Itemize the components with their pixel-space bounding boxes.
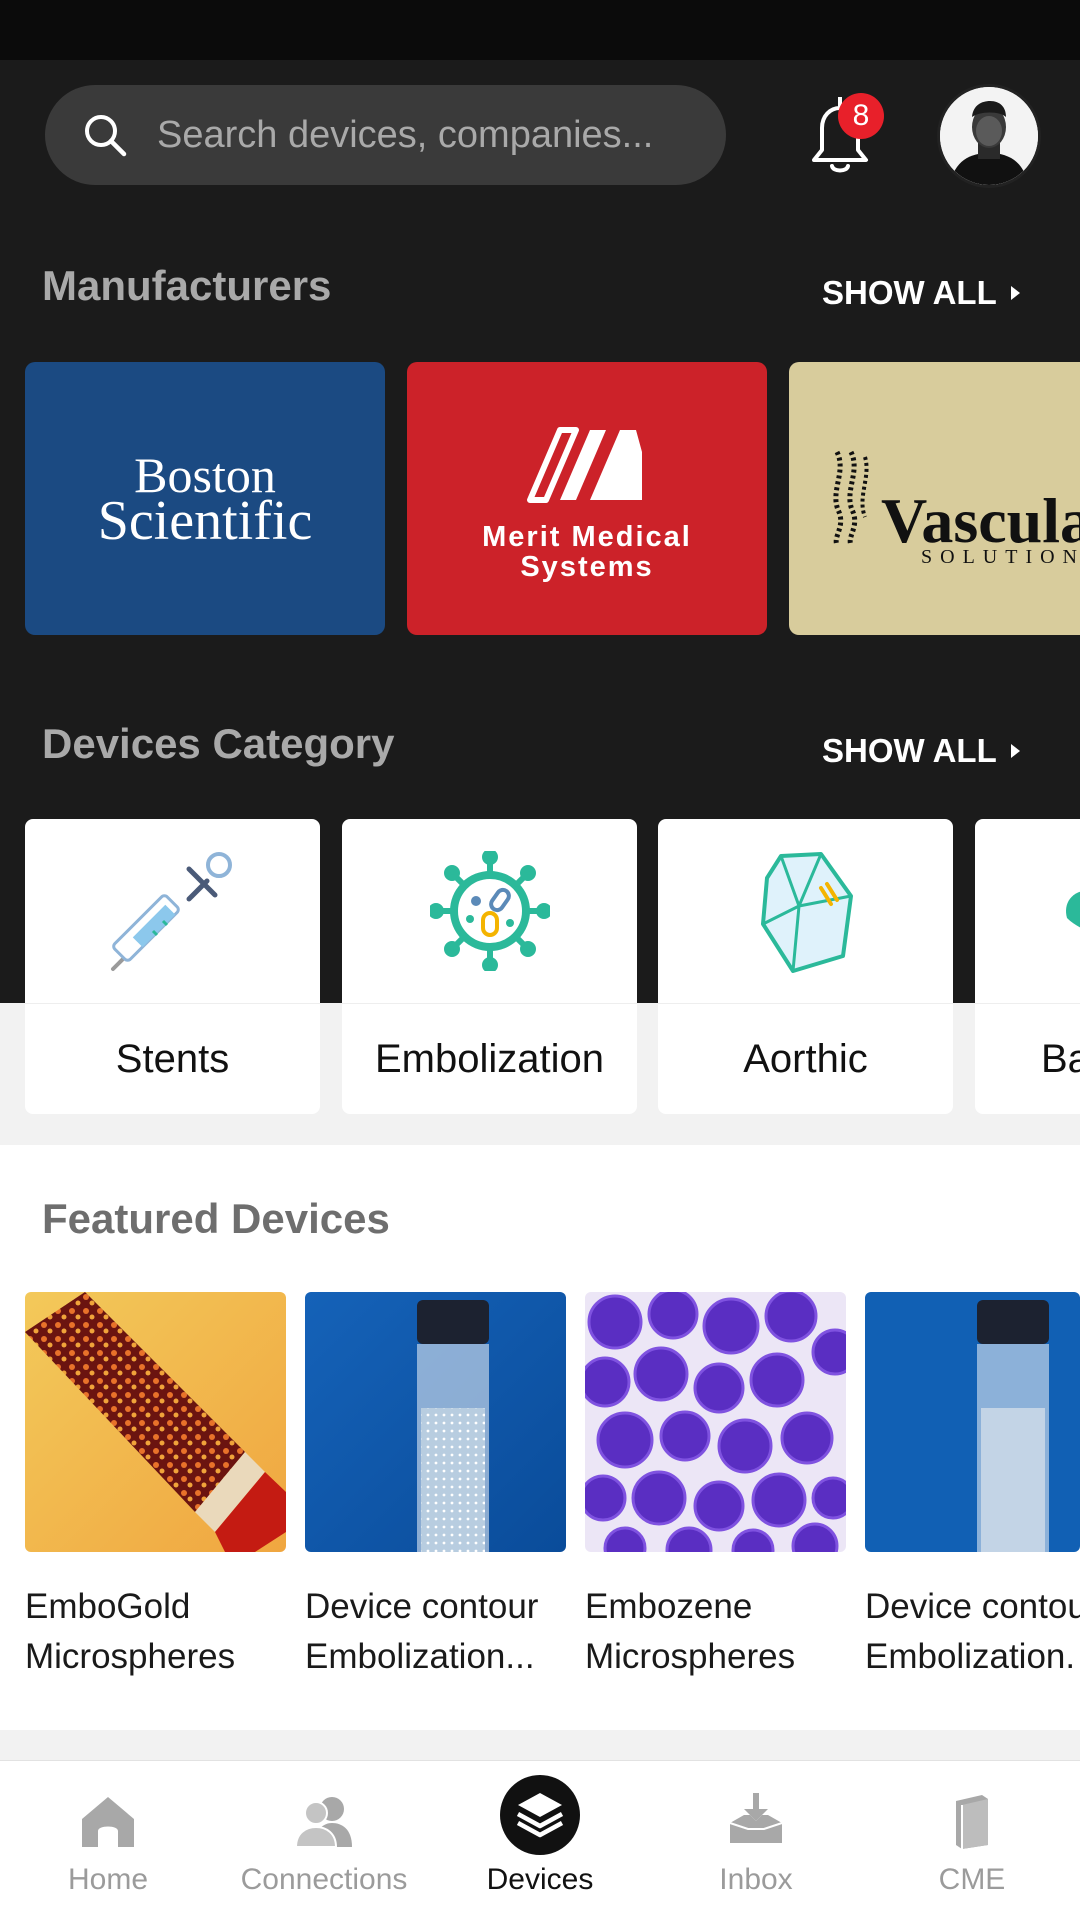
featured-devices-title: Featured Devices bbox=[42, 1195, 390, 1242]
tab-cme[interactable]: CME bbox=[864, 1761, 1080, 1920]
show-all-label: SHOW ALL bbox=[822, 274, 997, 311]
book-icon bbox=[956, 1795, 988, 1849]
device-name-line1: Device contour bbox=[305, 1587, 539, 1626]
device-name-line1: EmboGold bbox=[25, 1587, 191, 1626]
notification-badge: 8 bbox=[838, 93, 884, 139]
manufacturers-show-all-button[interactable]: SHOW ALL bbox=[822, 274, 1020, 312]
avatar[interactable] bbox=[937, 84, 1041, 188]
device-name-line2: Microspheres bbox=[25, 1637, 236, 1676]
home-icon bbox=[82, 1797, 134, 1847]
device-name-line1: Device contou bbox=[865, 1587, 1080, 1626]
featured-device-card[interactable]: Embozene Microspheres bbox=[585, 1292, 846, 1682]
caret-right-icon bbox=[1010, 744, 1020, 758]
device-name-line2: Embolization. bbox=[865, 1637, 1076, 1676]
tab-inbox[interactable]: Inbox bbox=[648, 1761, 864, 1920]
tab-home[interactable]: Home bbox=[0, 1761, 216, 1920]
category-card-stents[interactable]: Stents bbox=[25, 819, 320, 1114]
search-icon bbox=[85, 115, 127, 157]
bottom-tab-bar: Home Connections Devices Inbox CME bbox=[0, 1760, 1080, 1920]
manufacturer-card-vascular-solutions[interactable]: Vascular SOLUTIONS bbox=[789, 362, 1080, 635]
tab-label: Home bbox=[67, 1863, 149, 1896]
avatar-photo bbox=[940, 87, 1038, 185]
crystal-icon bbox=[760, 852, 853, 973]
category-label: Aorthic bbox=[658, 1003, 953, 1114]
category-card-partial[interactable]: Ba bbox=[975, 819, 1080, 1114]
status-bar bbox=[0, 0, 1080, 60]
tab-label: Inbox bbox=[719, 1863, 793, 1896]
device-image bbox=[25, 1292, 286, 1552]
device-image bbox=[585, 1292, 846, 1552]
leaf-icon bbox=[1066, 891, 1080, 928]
featured-device-card[interactable]: EmboGold Microspheres bbox=[25, 1292, 286, 1682]
category-label: Ba bbox=[975, 1003, 1080, 1114]
tab-connections[interactable]: Connections bbox=[216, 1761, 432, 1920]
manufacturers-title: Manufacturers bbox=[42, 262, 332, 309]
device-name-line1: Embozene bbox=[585, 1587, 753, 1626]
device-name-line2: Microspheres bbox=[585, 1637, 796, 1676]
manufacturer-card-boston-scientific[interactable]: Boston Scientific bbox=[25, 362, 385, 635]
caret-right-icon bbox=[1010, 286, 1020, 300]
vascular-solutions-logo-icon bbox=[833, 450, 869, 547]
featured-device-card[interactable]: Device contou Embolization. bbox=[865, 1292, 1080, 1682]
category-label: Stents bbox=[25, 1003, 320, 1114]
devices-category-title: Devices Category bbox=[42, 720, 395, 767]
boston-scientific-logo: Boston Scientific bbox=[97, 447, 313, 552]
categories-show-all-button[interactable]: SHOW ALL bbox=[822, 732, 1020, 770]
vascular-solutions-logo-subtext: SOLUTIONS bbox=[921, 546, 1080, 568]
tab-label: Connections bbox=[240, 1863, 408, 1896]
tab-devices[interactable]: Devices bbox=[432, 1761, 648, 1920]
category-card-embolization[interactable]: Embolization bbox=[342, 819, 637, 1114]
device-image bbox=[865, 1292, 1080, 1552]
search-input[interactable] bbox=[157, 85, 697, 185]
merit-medical-logo-text: Merit Medical Systems bbox=[482, 521, 692, 583]
virus-icon bbox=[429, 851, 550, 971]
merit-medical-logo-icon bbox=[527, 427, 642, 503]
search-bar[interactable] bbox=[45, 85, 726, 185]
tab-label: CME bbox=[938, 1863, 1006, 1896]
people-icon bbox=[294, 1797, 352, 1848]
syringe-icon bbox=[110, 852, 232, 971]
category-card-aorthic[interactable]: Aorthic bbox=[658, 819, 953, 1114]
device-name-line2: Embolization... bbox=[305, 1637, 535, 1676]
layers-icon bbox=[500, 1775, 580, 1855]
show-all-label: SHOW ALL bbox=[822, 732, 997, 769]
category-label: Embolization bbox=[342, 1003, 637, 1114]
manufacturer-card-merit-medical[interactable]: Merit Medical Systems bbox=[407, 362, 767, 635]
featured-device-card[interactable]: Device contour Embolization... bbox=[305, 1292, 566, 1682]
device-image bbox=[305, 1292, 566, 1552]
inbox-icon bbox=[729, 1793, 783, 1843]
tab-label: Devices bbox=[486, 1863, 594, 1896]
